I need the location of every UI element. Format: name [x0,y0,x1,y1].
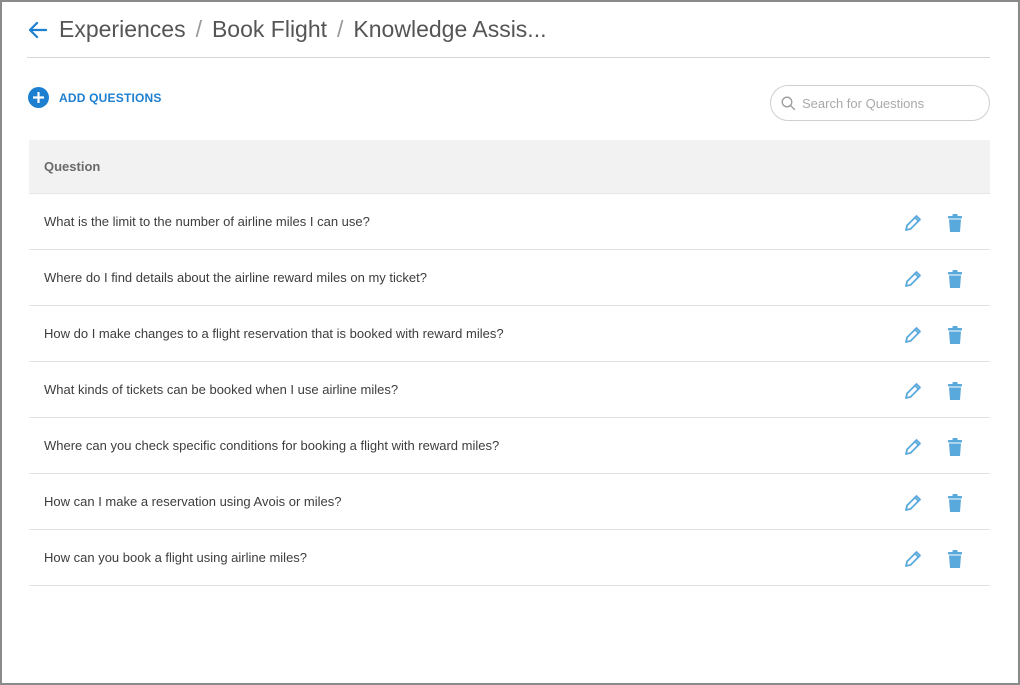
row-actions [902,268,966,290]
delete-button[interactable] [944,492,966,514]
row-actions [902,324,966,346]
table-row: What kinds of tickets can be booked when… [29,362,990,418]
edit-button[interactable] [902,492,924,514]
pencil-icon [905,327,921,343]
search-input[interactable] [802,95,982,111]
breadcrumb-separator: / [337,16,344,42]
delete-button[interactable] [944,212,966,234]
pencil-icon [905,215,921,231]
trash-icon [948,325,962,344]
pencil-icon [905,495,921,511]
question-text: How can I make a reservation using Avois… [44,494,342,509]
edit-button[interactable] [902,436,924,458]
row-actions [902,436,966,458]
search-icon [781,96,796,111]
plus-circle-icon [28,87,49,108]
edit-button[interactable] [902,380,924,402]
table-row: Where do I find details about the airlin… [29,250,990,306]
delete-button[interactable] [944,436,966,458]
table-row: How do I make changes to a flight reserv… [29,306,990,362]
app-window: Experiences / Book Flight / Knowledge As… [0,0,1020,685]
trash-icon [948,269,962,288]
add-questions-button[interactable]: ADD QUESTIONS [28,87,162,108]
breadcrumb-book-flight[interactable]: Book Flight [212,16,327,43]
table-row: How can I make a reservation using Avois… [29,474,990,530]
search-box [770,85,990,121]
trash-icon [948,213,962,232]
row-actions [902,492,966,514]
page-header: Experiences / Book Flight / Knowledge As… [27,2,990,58]
add-questions-label: ADD QUESTIONS [59,90,162,105]
back-button[interactable] [27,19,49,41]
delete-button[interactable] [944,548,966,570]
question-text: Where can you check specific conditions … [44,438,500,453]
breadcrumb: Experiences / Book Flight / Knowledge As… [59,16,546,43]
table-header: Question [29,140,990,194]
pencil-icon [905,551,921,567]
question-text: Where do I find details about the airlin… [44,270,427,285]
trash-icon [948,493,962,512]
question-text: What is the limit to the number of airli… [44,214,370,229]
questions-table: Question What is the limit to the number… [29,140,990,586]
edit-button[interactable] [902,548,924,570]
trash-icon [948,381,962,400]
pencil-icon [905,383,921,399]
edit-button[interactable] [902,324,924,346]
breadcrumb-experiences[interactable]: Experiences [59,16,186,43]
table-row: How can you book a flight using airline … [29,530,990,586]
question-text: How do I make changes to a flight reserv… [44,326,504,341]
trash-icon [948,437,962,456]
delete-button[interactable] [944,380,966,402]
question-text: How can you book a flight using airline … [44,550,308,565]
edit-button[interactable] [902,212,924,234]
delete-button[interactable] [944,324,966,346]
delete-button[interactable] [944,268,966,290]
table-row: What is the limit to the number of airli… [29,194,990,250]
breadcrumb-current-page: Knowledge Assis... [353,16,547,42]
trash-icon [948,549,962,568]
question-text: What kinds of tickets can be booked when… [44,382,399,397]
row-actions [902,212,966,234]
arrow-left-icon [29,21,47,38]
row-actions [902,548,966,570]
column-header-question: Question [44,159,101,174]
pencil-icon [905,271,921,287]
table-row: Where can you check specific conditions … [29,418,990,474]
row-actions [902,380,966,402]
pencil-icon [905,439,921,455]
edit-button[interactable] [902,268,924,290]
breadcrumb-separator: / [195,16,202,42]
